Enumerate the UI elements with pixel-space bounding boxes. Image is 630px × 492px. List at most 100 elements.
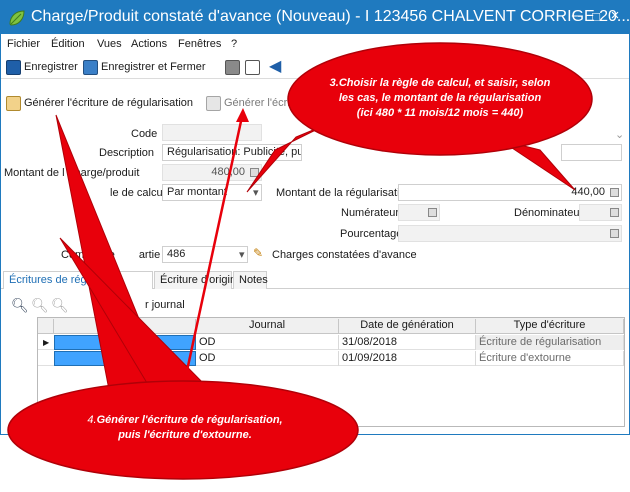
description-label: Description — [99, 147, 155, 159]
denominateur-label: Dénominateur — [514, 207, 584, 219]
maximize-button[interactable]: □ — [588, 9, 604, 24]
description-field-end[interactable] — [561, 144, 622, 161]
montant-label: Montant de l harge/produit — [4, 167, 139, 179]
montant-value: 480,00 — [211, 166, 245, 178]
menu-help[interactable]: ? — [231, 38, 237, 50]
code-label: Code — [131, 128, 158, 140]
table-row[interactable]: ▶ OD 31/08/2018 Écriture de régularisati… — [38, 335, 624, 350]
montant-label-head: Montant de l — [4, 167, 65, 179]
generate-entry-icon — [6, 95, 21, 111]
menu-edition[interactable]: Édition — [51, 38, 85, 50]
denominateur-field[interactable] — [579, 204, 622, 221]
app-leaf-icon — [9, 10, 25, 26]
save-close-button[interactable]: Enregistrer et Fermer — [83, 59, 206, 75]
code-field[interactable] — [162, 124, 262, 141]
compte-value: 486 — [167, 248, 186, 260]
print-preview-icon — [245, 59, 260, 75]
grid-header: Comp Journal Date de génération Type d'é… — [38, 318, 624, 334]
callout-bottom-line2: puis l'écriture d'extourne. — [118, 429, 252, 441]
pourcentage-field[interactable] — [398, 225, 622, 242]
regle-dropdown-icon[interactable]: ▾ — [253, 186, 259, 199]
print-button[interactable] — [225, 59, 240, 75]
cell-journal[interactable]: OD — [196, 351, 339, 366]
row-pointer-icon: ▶ — [43, 338, 50, 347]
generate-extourne-label: Générer l'écri — [224, 97, 290, 109]
montant-regul-field[interactable]: 440,00 — [398, 184, 622, 201]
generate-regul-button[interactable]: Générer l'écriture de régularisation — [6, 95, 193, 111]
compte-description: Charges constatées d'avance — [272, 249, 417, 261]
compte-field[interactable]: 486 — [162, 246, 248, 263]
zoom-in-icon[interactable]: 🔍︎ — [31, 297, 49, 314]
preview-button[interactable] — [245, 59, 260, 75]
cell-compte[interactable] — [54, 335, 196, 350]
cell-journal[interactable]: OD — [196, 335, 339, 350]
back-button[interactable]: ◀ — [269, 57, 284, 75]
calculator-icon[interactable] — [428, 208, 437, 217]
regle-value: Par montant — [167, 186, 227, 198]
pourcentage-label: Pourcentage — [340, 228, 403, 240]
tab-ecritures-regul[interactable]: Écritures de régul — [3, 271, 153, 289]
arrow-left-icon: ◀ — [269, 57, 282, 75]
code-dropdown-icon[interactable]: ⌄ — [615, 128, 624, 141]
callout-top-line3: (ici 480 * 11 mois/12 mois = 440) — [356, 107, 524, 119]
calculator-icon[interactable] — [610, 229, 619, 238]
cell-type[interactable]: Écriture d'extourne — [476, 351, 624, 366]
callout-bottom-text: 4.Générer l'écriture de régularisation, … — [40, 413, 330, 443]
tab-ecriture-origine[interactable]: Écriture d'origine — [154, 271, 242, 289]
save-close-icon — [83, 59, 98, 75]
column-header-journal[interactable]: Journal — [196, 319, 339, 333]
numerateur-field[interactable] — [398, 204, 440, 221]
menu-actions[interactable]: Actions — [131, 38, 167, 50]
compte-label-head: Compte de — [61, 249, 115, 261]
generate-extourne-icon — [206, 95, 221, 111]
numerateur-label: Numérateur — [341, 207, 400, 219]
ecritures-grid: Comp Journal Date de génération Type d'é… — [37, 317, 625, 427]
save-label: Enregistrer — [24, 61, 78, 73]
grid-journal-label[interactable]: r journal — [145, 299, 185, 311]
callout-top-text: 3.Choisir la règle de calcul, et saisir,… — [300, 76, 580, 121]
montant-field[interactable]: 480,00 — [162, 164, 262, 181]
zoom-out-icon[interactable]: 🔍︎ — [51, 297, 69, 314]
menu-fichier[interactable]: Fichier — [7, 38, 40, 50]
title-bar[interactable]: Charge/Produit constaté d'avance (Nouvea… — [1, 1, 629, 34]
regle-select[interactable]: Par montant — [162, 184, 262, 201]
menu-fenetres[interactable]: Fenêtres — [178, 38, 221, 50]
montant-regul-value: 440,00 — [571, 186, 605, 198]
tab-strip: Écritures de régul Écriture d'origine No… — [1, 269, 629, 289]
row-indicator — [38, 351, 54, 366]
search-icon[interactable]: 🔍︎ — [11, 297, 29, 314]
app-window: Charge/Produit constaté d'avance (Nouvea… — [0, 0, 630, 435]
grid-toolbar: 🔍︎ 🔍︎ 🔍︎ r journal — [9, 295, 209, 315]
edit-pencil-icon[interactable]: ✎ — [253, 246, 263, 260]
save-button[interactable]: Enregistrer — [6, 59, 78, 75]
menu-bar: Fichier Édition Vues Actions Fenêtres ? — [1, 34, 629, 54]
calculator-icon[interactable] — [250, 168, 259, 177]
calculator-icon[interactable] — [610, 188, 619, 197]
cell-date[interactable]: 01/09/2018 — [339, 351, 476, 366]
column-header-compte[interactable]: Comp — [54, 319, 196, 333]
montant-regul-label: Montant de la régularisation — [276, 187, 412, 199]
floppy-icon — [6, 59, 21, 75]
menu-vues[interactable]: Vues — [97, 38, 122, 50]
cell-date[interactable]: 31/08/2018 — [339, 335, 476, 350]
column-header-type[interactable]: Type d'écriture — [476, 319, 624, 333]
column-header-date[interactable]: Date de génération — [339, 319, 476, 333]
callout-bottom-line1: Générer l'écriture de régularisation, — [96, 414, 283, 426]
compte-dropdown-icon[interactable]: ▾ — [239, 248, 245, 261]
cell-type[interactable]: Écriture de régularisation — [476, 335, 624, 350]
generate-regul-label: Générer l'écriture de régularisation — [24, 97, 194, 109]
generate-extourne-button[interactable]: Générer l'écri — [206, 95, 290, 111]
window-title: Charge/Produit constaté d'avance (Nouvea… — [31, 8, 630, 25]
callout-top-line1: 3.Choisir la règle de calcul, et saisir,… — [329, 77, 551, 89]
close-button[interactable]: × — [607, 7, 623, 24]
tab-notes[interactable]: Notes — [233, 271, 268, 289]
calculator-icon[interactable] — [610, 208, 619, 217]
callout-bottom-prefix: 4. — [87, 414, 97, 426]
compte-label-tail: artie — [138, 249, 161, 261]
cell-compte[interactable] — [54, 351, 196, 366]
description-field[interactable]: Régularisation: Publicité, publication — [162, 144, 302, 161]
callout-top-line2: les cas, le montant de la régularisation — [338, 92, 542, 104]
minimize-button[interactable]: – — [568, 7, 584, 24]
table-row[interactable]: OD 01/09/2018 Écriture d'extourne — [38, 351, 624, 366]
grid-corner — [38, 319, 54, 333]
